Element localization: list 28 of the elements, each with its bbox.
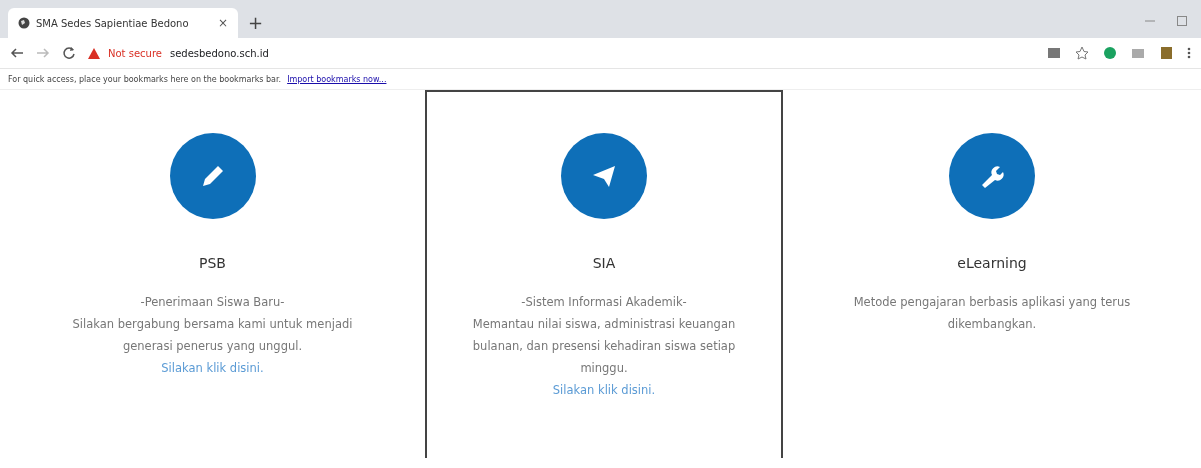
card-title: PSB: [199, 255, 226, 271]
service-card[interactable]: eLearning Metode pengajaran berbasis aplikasi yang terus dikembangkan.: [783, 90, 1201, 458]
address-field[interactable]: sedesbedono.sch.id: [169, 47, 269, 59]
card-description: Metode pengajaran berbasis aplikasi yang terus dikembangkan.: [852, 294, 1132, 333]
close-tab-button[interactable]: ×: [217, 16, 228, 30]
security-label[interactable]: Not secure: [108, 47, 162, 59]
card-title: SIA: [592, 255, 616, 271]
globe-icon: [18, 17, 30, 29]
back-icon[interactable]: [10, 46, 24, 60]
bookmarks-message: For quick access, place your bookmarks here on the bookmarks bar.: [8, 74, 282, 84]
pencil-icon: [169, 133, 256, 219]
warning-icon: [88, 47, 100, 59]
wrench-icon: [949, 133, 1035, 219]
card-description: Silakan bergabung bersama kami untuk menjadi generasi penerus yang unggul.: [71, 316, 354, 355]
card-title: eLearning: [957, 255, 1027, 271]
card-description: Memantau nilai siswa, administrasi keuangan bulanan, dan presensi kehadiran siswa setiap minggu.: [471, 316, 737, 377]
maximize-icon[interactable]: [1177, 16, 1187, 26]
plane-icon: [561, 133, 647, 219]
menu-icon[interactable]: [1187, 46, 1191, 60]
star-icon[interactable]: [1075, 46, 1089, 60]
card-subtitle: -Penerimaan Siswa Baru-: [140, 294, 285, 311]
reload-icon[interactable]: [62, 46, 76, 60]
import-bookmarks-link[interactable]: Import bookmarks now...: [287, 74, 387, 84]
browser-tab[interactable]: SMA Sedes Sapientiae Bedono ×: [8, 8, 238, 38]
service-card[interactable]: PSB -Penerimaan Siswa Baru- Silakan bergabung bersama kami untuk menjadi generasi penerus yang unggul. Silakan klik disini.: [0, 90, 425, 458]
card-subtitle: -Sistem Informasi Akademik-: [521, 294, 687, 311]
new-tab-button[interactable]: +: [248, 12, 264, 33]
service-card[interactable]: SIA -Sistem Informasi Akademik- Memantau nilai siswa, administrasi keuangan bulanan, dan presensi kehadiran siswa setiap minggu. Silakan klik disini.: [425, 90, 783, 458]
